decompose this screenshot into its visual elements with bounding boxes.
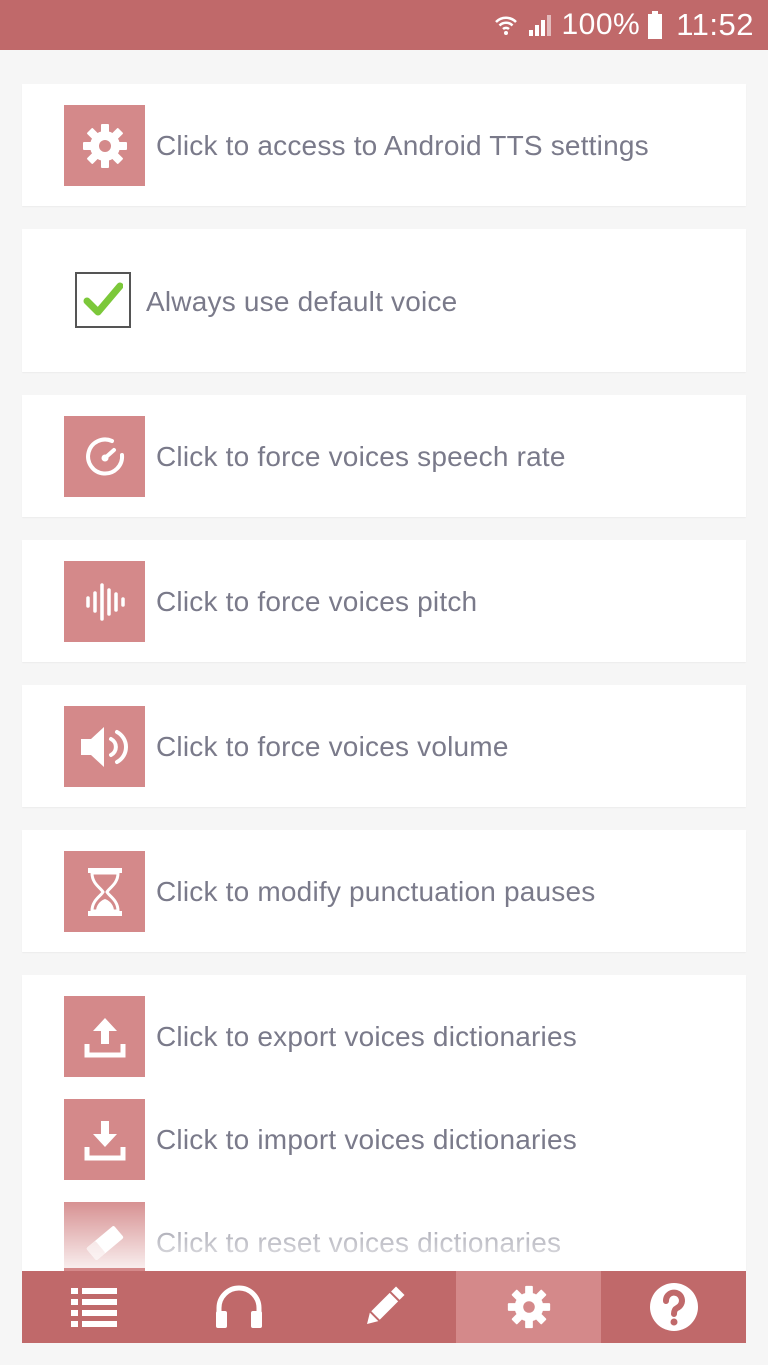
signal-icon [527, 12, 553, 38]
wifi-icon [493, 12, 519, 38]
speech-rate-label: Click to force voices speech rate [156, 440, 566, 472]
pencil-icon [367, 1286, 405, 1324]
tts-settings-button[interactable]: Click to access to Android TTS settings [64, 105, 649, 186]
speedometer-icon [64, 416, 145, 497]
gear-icon [64, 105, 145, 186]
reset-dict-label: Click to reset voices dictionaries [156, 1226, 562, 1258]
list-icon [71, 1288, 118, 1327]
speech-rate-button[interactable]: Click to force voices speech rate [64, 416, 566, 497]
punctuation-label: Click to modify punctuation pauses [156, 875, 596, 907]
nav-edit[interactable] [312, 1271, 457, 1343]
battery-icon [648, 11, 663, 39]
hourglass-icon [64, 851, 145, 932]
pitch-label: Click to force voices pitch [156, 585, 478, 617]
import-dict-label: Click to import voices dictionaries [156, 1123, 577, 1155]
help-icon [649, 1283, 698, 1331]
import-dict-button[interactable]: Click to import voices dictionaries [64, 1099, 577, 1180]
clock: 11:52 [676, 7, 754, 42]
export-dict-button[interactable]: Click to export voices dictionaries [64, 996, 577, 1077]
status-icons: 100% 11:52 [493, 0, 754, 50]
nav-help[interactable] [601, 1271, 746, 1343]
speaker-icon [64, 706, 145, 787]
nav-settings[interactable] [456, 1271, 602, 1343]
headphones-icon [216, 1285, 263, 1328]
checkmark-icon [83, 282, 123, 316]
gear-icon [507, 1285, 550, 1329]
export-dict-label: Click to export voices dictionaries [156, 1020, 577, 1052]
battery-percentage: 100% [561, 8, 641, 41]
upload-icon [64, 996, 145, 1077]
pitch-button[interactable]: Click to force voices pitch [64, 561, 477, 642]
default-voice-checkbox[interactable] [75, 272, 131, 328]
nav-headphones[interactable] [167, 1271, 312, 1343]
default-voice-label[interactable]: Always use default voice [146, 286, 457, 318]
volume-button[interactable]: Click to force voices volume [64, 706, 509, 787]
tts-settings-label: Click to access to Android TTS settings [156, 129, 649, 161]
punctuation-button[interactable]: Click to modify punctuation pauses [64, 851, 595, 932]
bottom-nav [22, 1271, 746, 1343]
waveform-icon [64, 561, 145, 642]
status-bar: 100% 11:52 [0, 0, 768, 50]
nav-list[interactable] [22, 1271, 167, 1343]
download-icon [64, 1099, 145, 1180]
volume-label: Click to force voices volume [156, 730, 509, 762]
